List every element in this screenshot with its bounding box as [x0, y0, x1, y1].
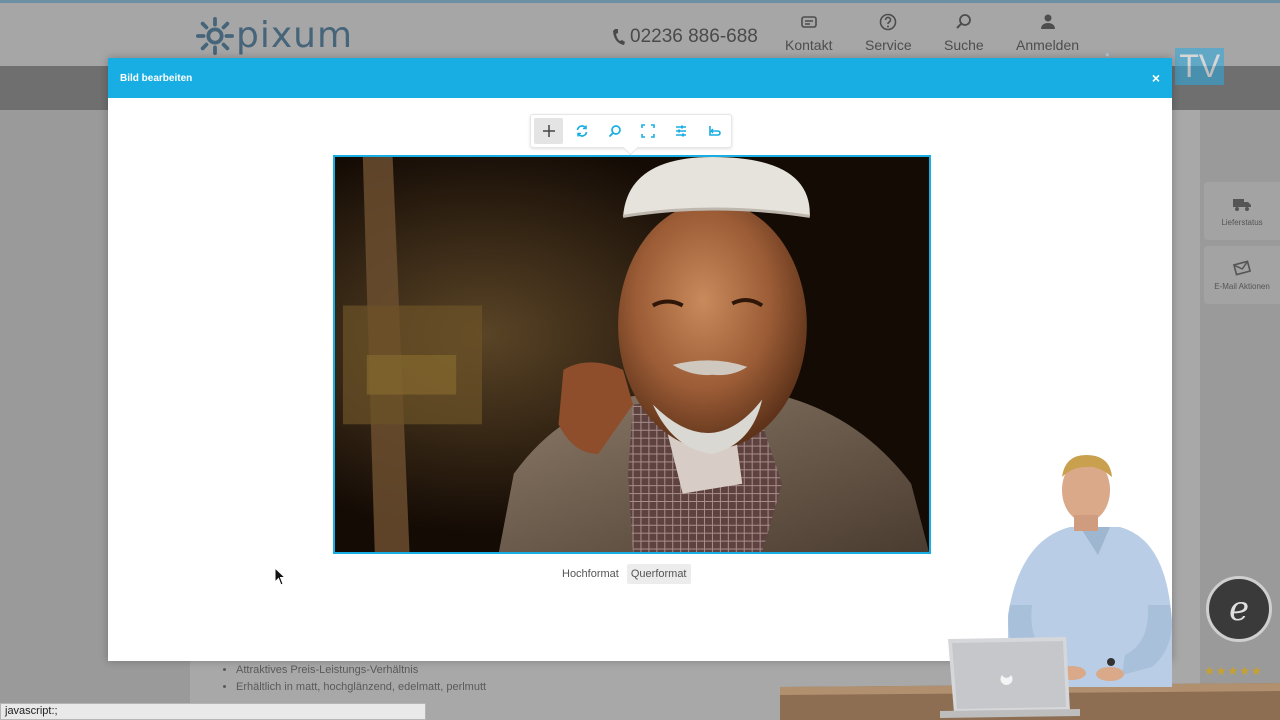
product-features-list: Attraktives Preis-Leistungs-Verhältnis E…	[222, 662, 486, 696]
move-button[interactable]	[534, 118, 563, 144]
nav-suche[interactable]: Suche	[944, 13, 984, 53]
nav-kontakt[interactable]: Kontakt	[785, 13, 832, 53]
phone-chat-icon	[800, 16, 817, 28]
zoom-button[interactable]	[600, 118, 629, 144]
rotate-button[interactable]	[567, 118, 596, 144]
sun-logo-icon	[196, 17, 234, 55]
user-icon	[1040, 14, 1055, 29]
move-icon	[542, 125, 555, 137]
side-tab-label: Lieferstatus	[1221, 217, 1263, 227]
nav-label: Kontakt	[785, 37, 833, 53]
nav-label: Suche	[944, 37, 984, 53]
landscape-option[interactable]: Querformat	[626, 564, 691, 584]
phone-text: 02236 886-688	[630, 26, 758, 47]
dialog-title: Bild bearbeiten	[120, 72, 193, 84]
list-item: Erhältlich in matt, hochglänzend, edelma…	[236, 679, 486, 696]
browser-status-bar: javascript:;	[0, 703, 426, 720]
undo-icon	[708, 126, 721, 136]
presenter-image	[780, 455, 1280, 720]
search-icon	[956, 14, 971, 29]
mouse-cursor-icon	[274, 567, 287, 586]
email-icon	[1232, 259, 1252, 276]
crop-icon	[640, 124, 655, 138]
close-button[interactable]: ×	[1152, 70, 1160, 86]
presenter-video-overlay	[780, 455, 1280, 720]
truck-icon	[1233, 198, 1251, 211]
nav-service[interactable]: Service	[865, 13, 912, 53]
orientation-toggle: Hochformat Querformat	[558, 564, 691, 584]
side-tab-lieferstatus[interactable]: Lieferstatus	[1204, 182, 1280, 240]
undo-button[interactable]	[699, 118, 728, 144]
logo-text: pixum	[236, 15, 354, 56]
dialog-header: Bild bearbeiten ×	[108, 58, 1172, 98]
rotate-icon	[576, 125, 587, 137]
help-icon	[880, 13, 897, 31]
side-tab-email[interactable]: E-Mail Aktionen	[1204, 246, 1280, 304]
tv-logo-right: TV	[1175, 48, 1225, 85]
nav-label: Service	[865, 37, 912, 53]
image-edit-toolbar	[530, 114, 732, 148]
nav-anmelden[interactable]: Anmelden	[1016, 13, 1079, 53]
sliders-icon	[675, 125, 686, 137]
list-item: Attraktives Preis-Leistungs-Verhältnis	[236, 662, 486, 679]
zoom-icon	[608, 125, 621, 138]
side-tab-label: E-Mail Aktionen	[1214, 281, 1270, 291]
nav-label: Anmelden	[1016, 37, 1080, 53]
crop-button[interactable]	[633, 118, 662, 144]
portrait-option[interactable]: Hochformat	[558, 564, 623, 584]
phone-number: 02236 886-688	[612, 26, 758, 48]
pixum-logo[interactable]: pixum	[196, 17, 353, 55]
adjust-button[interactable]	[666, 118, 695, 144]
phone-icon	[613, 29, 625, 45]
